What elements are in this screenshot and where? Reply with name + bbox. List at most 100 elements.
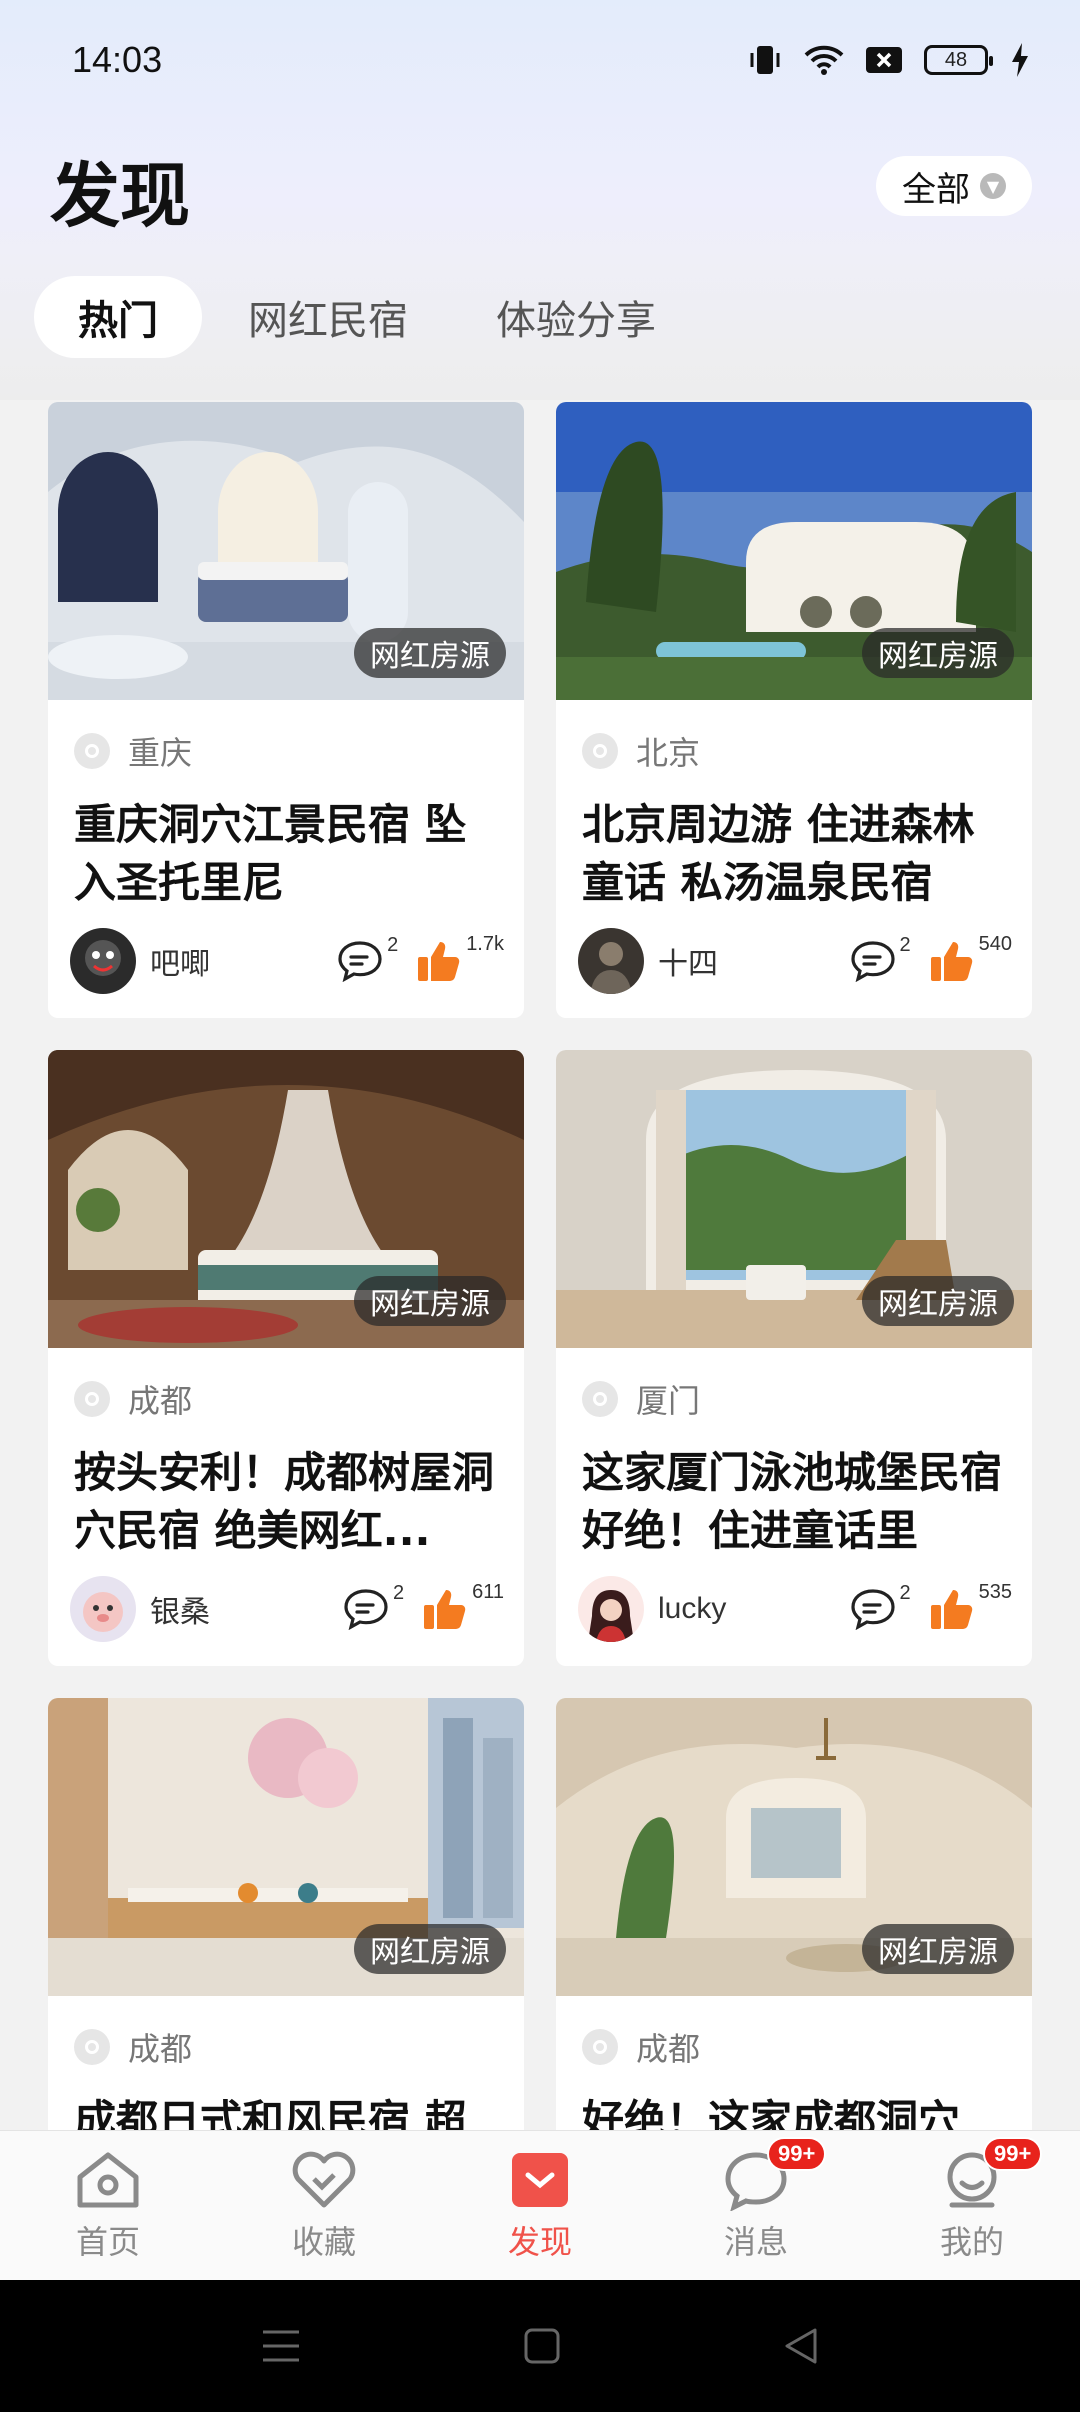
location-label: 重庆 (128, 734, 193, 772)
filter-label: 全部 (902, 169, 970, 210)
post-meta: lucky 2 535 (556, 1562, 1032, 1642)
username[interactable]: 吧唧 (150, 939, 319, 983)
comment-count-value: 2 (387, 934, 399, 956)
thumbs-up-icon (930, 1590, 972, 1629)
like-count[interactable]: 611 (422, 1581, 504, 1631)
comment-icon (850, 1589, 895, 1630)
avatar[interactable] (70, 1576, 136, 1642)
home-icon (77, 2152, 139, 2207)
post-grid: 网红房源 重庆 重庆洞穴江景民宿 坠入圣托里尼 吧唧 2 1.7k 网红房源 北… (48, 402, 1032, 2314)
post-title: 按头安利！成都树屋洞穴民宿 绝美网红... (74, 1448, 495, 1555)
avatar[interactable] (578, 1576, 644, 1642)
nav-home[interactable]: 首页 (23, 2149, 193, 2263)
username[interactable]: lucky (658, 1592, 832, 1626)
like-count[interactable]: 540 (929, 933, 1012, 983)
location-pin-icon (74, 2029, 110, 2065)
location-label: 成都 (636, 2030, 701, 2068)
nav-favorites-label: 收藏 (291, 2222, 356, 2261)
filter-dropdown[interactable]: 全部 ▼ (876, 156, 1032, 216)
profile-badge: 99+ (983, 2136, 1043, 2171)
listing-tag: 网红房源 (354, 1276, 506, 1326)
avatar[interactable] (70, 928, 136, 994)
avatar[interactable] (578, 928, 644, 994)
nav-discover-label: 发现 (507, 2222, 572, 2261)
location-pin-icon (74, 733, 110, 769)
comment-icon (338, 941, 382, 982)
listing-tag: 网红房源 (862, 1276, 1014, 1326)
nav-favorites[interactable]: 收藏 (239, 2149, 409, 2263)
nav-messages[interactable]: 99+ 消息 (671, 2136, 841, 2263)
username[interactable]: 银桑 (150, 1587, 325, 1631)
nav-messages-label: 消息 (723, 2222, 788, 2261)
listing-tag: 网红房源 (354, 1924, 506, 1974)
thumbs-up-icon (418, 942, 460, 981)
listing-tag: 网红房源 (354, 628, 506, 678)
post-location: 成都 (48, 1348, 524, 1422)
comment-count-value: 2 (392, 1582, 405, 1604)
message-badge: 99+ (767, 2136, 827, 2171)
location-pin-icon (582, 2029, 618, 2065)
location-pin-icon (582, 1381, 618, 1417)
status-bar: 14:03 48 (0, 0, 1080, 120)
vibrate-icon (750, 46, 780, 74)
listing-tag: 网红房源 (862, 1924, 1014, 1974)
chevron-down-icon: ▼ (980, 173, 1006, 199)
post-title: 北京周边游 住进森林童话 私汤温泉民宿 (582, 800, 975, 907)
like-count[interactable]: 1.7k (416, 933, 504, 983)
like-count-value: 611 (472, 1581, 504, 1603)
comment-count-value: 2 (899, 934, 911, 956)
nav-profile[interactable]: 99+ 我的 (887, 2136, 1057, 2263)
post-image: 网红房源 (48, 1050, 524, 1348)
like-count-value: 535 (978, 1581, 1012, 1603)
post-card[interactable]: 网红房源 北京 北京周边游 住进森林童话 私汤温泉民宿 十四 2 540 (556, 402, 1032, 1018)
nav-home-label: 首页 (75, 2222, 140, 2261)
post-meta: 吧唧 2 1.7k (48, 914, 524, 994)
post-title: 重庆洞穴江景民宿 坠入圣托里尼 (74, 800, 467, 907)
status-time: 14:03 (72, 39, 163, 80)
back-icon[interactable] (781, 2326, 821, 2366)
post-meta: 银桑 2 611 (48, 1562, 524, 1642)
post-title: 这家厦门泳池城堡民宿好绝！住进童话里 (582, 1448, 1003, 1555)
system-nav-bar (0, 2280, 1080, 2412)
battery-level: 48 (924, 45, 993, 75)
post-card[interactable]: 网红房源 成都 按头安利！成都树屋洞穴民宿 绝美网红... 银桑 2 611 (48, 1050, 524, 1666)
post-image: 网红房源 (556, 1698, 1032, 1996)
tab-experience-share[interactable]: 体验分享 (454, 276, 698, 358)
location-pin-icon (74, 1381, 110, 1417)
post-location: 成都 (556, 1996, 1032, 2070)
thumbs-up-icon (930, 942, 972, 981)
discover-icon (512, 2152, 568, 2207)
comment-count[interactable]: 2 (850, 934, 911, 982)
location-label: 厦门 (636, 1382, 701, 1420)
recent-apps-icon[interactable] (259, 2326, 303, 2366)
post-image: 网红房源 (48, 402, 524, 700)
post-image: 网红房源 (556, 402, 1032, 700)
wifi-icon (804, 45, 844, 75)
comment-count[interactable]: 2 (337, 934, 398, 982)
like-count[interactable]: 535 (929, 1581, 1012, 1631)
like-count-value: 1.7k (466, 933, 504, 955)
nav-discover[interactable]: 发现 (455, 2149, 625, 2263)
post-image: 网红房源 (48, 1698, 524, 1996)
location-label: 北京 (636, 734, 701, 772)
username[interactable]: 十四 (658, 939, 832, 983)
heart-icon (292, 2151, 356, 2207)
sim-blocked-icon (866, 47, 902, 73)
page-title: 发现 (50, 155, 190, 237)
comment-count[interactable]: 2 (343, 1582, 404, 1630)
location-label: 成都 (128, 1382, 193, 1420)
comment-icon (344, 1589, 388, 1630)
category-tabs: 热门 网红民宿 体验分享 (34, 276, 698, 358)
listing-tag: 网红房源 (862, 628, 1014, 678)
post-card[interactable]: 网红房源 厦门 这家厦门泳池城堡民宿好绝！住进童话里 lucky 2 535 (556, 1050, 1032, 1666)
post-location: 重庆 (48, 700, 524, 774)
comment-count[interactable]: 2 (850, 1582, 911, 1630)
post-location: 北京 (556, 700, 1032, 774)
tab-hot[interactable]: 热门 (34, 276, 202, 358)
post-card[interactable]: 网红房源 重庆 重庆洞穴江景民宿 坠入圣托里尼 吧唧 2 1.7k (48, 402, 524, 1018)
location-label: 成都 (128, 2030, 193, 2068)
home-button-icon[interactable] (522, 2326, 562, 2366)
comment-icon (850, 941, 895, 982)
tab-influencer-homestay[interactable]: 网红民宿 (206, 276, 450, 358)
post-meta: 十四 2 540 (556, 914, 1032, 994)
